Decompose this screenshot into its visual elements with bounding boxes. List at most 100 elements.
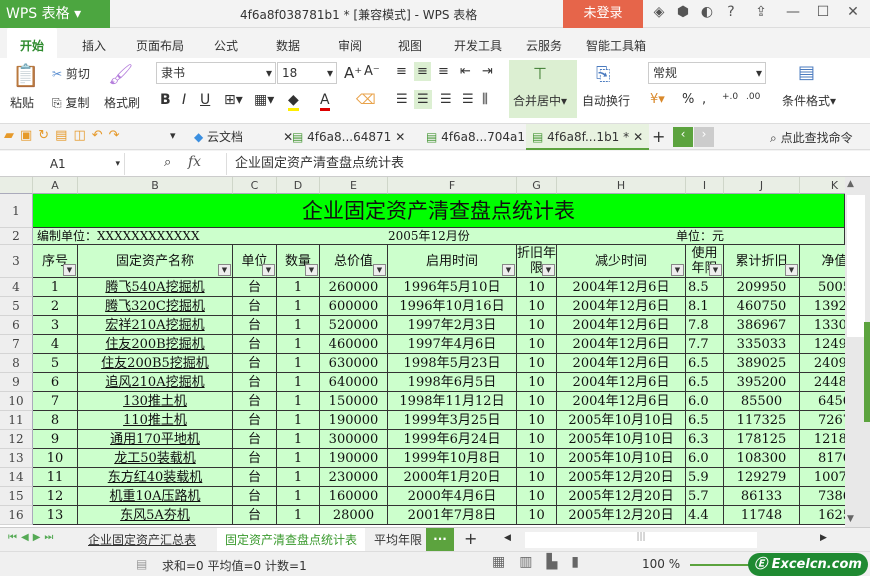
- format-painter-icon[interactable]: 🖌: [108, 62, 133, 86]
- settings-icon[interactable]: ⬢: [672, 4, 694, 24]
- column-header-cell[interactable]: 启用时间 ▼: [388, 245, 517, 278]
- data-cell[interactable]: 台: [233, 316, 277, 335]
- paste-button[interactable]: 粘贴: [10, 94, 34, 111]
- sheet-tab[interactable]: 平均年限: [366, 528, 430, 552]
- data-cell[interactable]: 10: [517, 506, 557, 525]
- data-cell[interactable]: 住友200B挖掘机: [78, 335, 233, 354]
- wrap-text-icon[interactable]: ⎘: [596, 64, 610, 85]
- grow-font-icon[interactable]: A⁺: [344, 64, 362, 82]
- tab-menu-0[interactable]: 开始: [7, 28, 58, 58]
- data-cell[interactable]: 8.5: [686, 278, 724, 297]
- data-cell[interactable]: 85500: [724, 392, 800, 411]
- column-header-cell[interactable]: 数量 ▼: [277, 245, 320, 278]
- data-cell[interactable]: 8.1: [686, 297, 724, 316]
- tab-menu-4[interactable]: 数据: [276, 37, 300, 54]
- cut-button[interactable]: ✂ 剪切: [52, 65, 90, 82]
- data-cell[interactable]: 1998年5月23日: [388, 354, 517, 373]
- spreadsheet-grid[interactable]: A B C D E F G H I J K 1 2 3 企业固定资产清查盘点统计表 编制单位：XXXXXXXX…: [0, 177, 845, 527]
- filter-dropdown-icon[interactable]: ▼: [542, 264, 555, 276]
- data-cell[interactable]: 宏祥210A挖掘机: [78, 316, 233, 335]
- data-cell[interactable]: 129279: [724, 468, 800, 487]
- document-tab[interactable]: ◆ 云文档 ✕: [188, 124, 299, 150]
- filter-dropdown-icon[interactable]: ▼: [785, 264, 798, 276]
- column-header-D[interactable]: D: [277, 177, 320, 194]
- row-header[interactable]: 5: [0, 297, 33, 316]
- data-cell[interactable]: 7.8: [686, 316, 724, 335]
- help-icon[interactable]: ?: [720, 4, 742, 24]
- data-cell[interactable]: 389025: [724, 354, 800, 373]
- data-cell[interactable]: 9: [33, 430, 78, 449]
- row-header[interactable]: 11: [0, 411, 33, 430]
- data-cell[interactable]: 5.7: [686, 487, 724, 506]
- data-cell[interactable]: 2004年12月6日: [557, 392, 686, 411]
- data-cell[interactable]: 5: [33, 354, 78, 373]
- row-header[interactable]: 1: [0, 194, 33, 228]
- data-cell[interactable]: 1: [277, 392, 320, 411]
- data-cell[interactable]: 395200: [724, 373, 800, 392]
- row-header[interactable]: 4: [0, 278, 33, 297]
- data-cell[interactable]: 东风5A夯机: [78, 506, 233, 525]
- maximize-button[interactable]: ☐: [812, 4, 834, 24]
- border-icon[interactable]: ⊞▾: [224, 92, 243, 108]
- data-cell[interactable]: 10: [517, 392, 557, 411]
- data-cell[interactable]: 1999年6月24日: [388, 430, 517, 449]
- row-header[interactable]: 9: [0, 373, 33, 392]
- align-right-icon[interactable]: ☰: [440, 92, 452, 107]
- align-top-icon[interactable]: ≡: [396, 64, 407, 79]
- data-cell[interactable]: 6.0: [686, 449, 724, 468]
- data-cell[interactable]: 10072: [800, 468, 845, 487]
- data-cell[interactable]: 86133: [724, 487, 800, 506]
- data-cell[interactable]: 8170: [800, 449, 845, 468]
- data-cell[interactable]: 2005年10月10日: [557, 449, 686, 468]
- data-cell[interactable]: 台: [233, 392, 277, 411]
- data-cell[interactable]: 190000: [320, 449, 388, 468]
- data-cell[interactable]: 追风210A挖掘机: [78, 373, 233, 392]
- filter-dropdown-icon[interactable]: ▼: [709, 264, 722, 276]
- column-header-I[interactable]: I: [686, 177, 724, 194]
- data-cell[interactable]: 1997年2月3日: [388, 316, 517, 335]
- percent-icon[interactable]: %: [682, 92, 694, 107]
- hscroll-right-icon[interactable]: ▶: [820, 533, 827, 543]
- data-cell[interactable]: 1999年3月25日: [388, 411, 517, 430]
- indent-increase-icon[interactable]: ⇥: [482, 64, 493, 79]
- data-cell[interactable]: 腾飞320C挖掘机: [78, 297, 233, 316]
- data-cell[interactable]: 1996年5月10日: [388, 278, 517, 297]
- data-cell[interactable]: 台: [233, 449, 277, 468]
- document-tab[interactable]: ▤ 4f6a8...64871 ✕: [286, 124, 411, 150]
- data-cell[interactable]: 6.5: [686, 354, 724, 373]
- increase-decimal-icon[interactable]: +.0: [722, 92, 738, 102]
- data-cell[interactable]: 1: [277, 449, 320, 468]
- data-cell[interactable]: 2005年12月20日: [557, 468, 686, 487]
- data-cell[interactable]: 2005年12月20日: [557, 487, 686, 506]
- data-cell[interactable]: 龙工50装载机: [78, 449, 233, 468]
- conditional-format-icon[interactable]: ▤: [798, 62, 815, 83]
- data-cell[interactable]: 1998年11月12日: [388, 392, 517, 411]
- font-family-select[interactable]: 隶书 ▾: [156, 62, 276, 84]
- data-cell[interactable]: 1: [277, 373, 320, 392]
- data-cell[interactable]: 10: [33, 449, 78, 468]
- data-cell[interactable]: 台: [233, 278, 277, 297]
- scroll-up-icon[interactable]: ▲: [847, 179, 854, 189]
- data-cell[interactable]: 台: [233, 297, 277, 316]
- data-cell[interactable]: 1: [277, 411, 320, 430]
- data-cell[interactable]: 2000年4月6日: [388, 487, 517, 506]
- data-cell[interactable]: 1996年10月16日: [388, 297, 517, 316]
- data-cell[interactable]: 7.7: [686, 335, 724, 354]
- decrease-decimal-icon[interactable]: .00: [746, 92, 760, 102]
- column-header-H[interactable]: H: [557, 177, 686, 194]
- row-header[interactable]: 10: [0, 392, 33, 411]
- column-header-G[interactable]: G: [517, 177, 557, 194]
- data-cell[interactable]: 台: [233, 373, 277, 392]
- bold-button[interactable]: B: [160, 92, 171, 108]
- data-cell[interactable]: 6450: [800, 392, 845, 411]
- row-header[interactable]: 13: [0, 449, 33, 468]
- wrap-text-button[interactable]: 自动换行: [582, 92, 630, 109]
- data-cell[interactable]: 10: [517, 278, 557, 297]
- wps-menu-button[interactable]: WPS 表格 ▾: [0, 0, 110, 28]
- data-cell[interactable]: 108300: [724, 449, 800, 468]
- column-header-cell[interactable]: 固定资产名称 ▼: [78, 245, 233, 278]
- data-cell[interactable]: 600000: [320, 297, 388, 316]
- filter-dropdown-icon[interactable]: ▼: [373, 264, 386, 276]
- column-header-C[interactable]: C: [233, 177, 277, 194]
- side-panel-toggle[interactable]: [864, 322, 870, 422]
